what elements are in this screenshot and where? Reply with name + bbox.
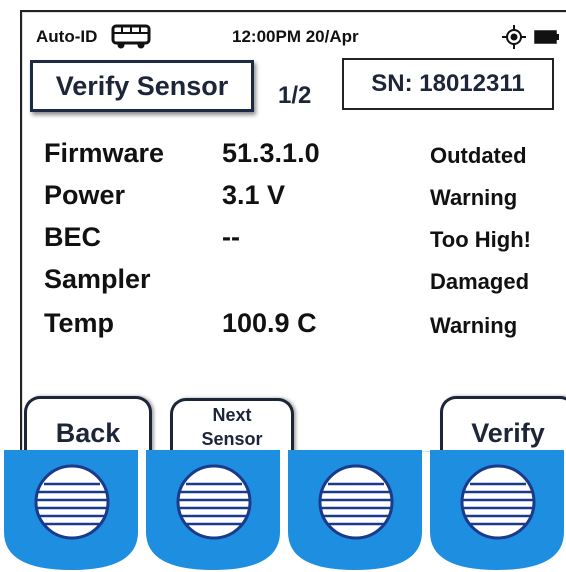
reading-value: 51.3.1.0 (222, 138, 320, 168)
hardware-button-4[interactable] (428, 450, 566, 572)
reading-label: Firmware (44, 138, 165, 168)
reading-status: Too High! (430, 227, 531, 252)
reading-row-power: Power 3.1 V Warning (22, 180, 566, 220)
device-screen: Auto-ID 12:00PM 20/Apr Verify Sensor 1/2… (20, 10, 566, 452)
status-bar: Auto-ID 12:00PM 20/Apr (22, 12, 566, 62)
page-indicator: 1/2 (278, 82, 312, 109)
reading-status: Damaged (430, 269, 530, 294)
app-name: Auto-ID (36, 27, 98, 46)
reading-value: 100.9 C (222, 308, 317, 338)
reading-row-sampler: Sampler Damaged (22, 264, 566, 304)
next-sensor-line1: Next (212, 405, 252, 425)
reading-value: -- (222, 222, 240, 252)
clock: 12:00PM 20/Apr (232, 27, 359, 46)
reading-row-bec: BEC -- Too High! (22, 222, 566, 262)
hardware-button-2[interactable] (144, 450, 282, 572)
page-title: Verify Sensor (30, 60, 254, 112)
bus-icon (111, 24, 151, 49)
reading-status: Outdated (430, 143, 527, 168)
reading-label: Sampler (44, 264, 151, 294)
reading-status: Warning (430, 185, 518, 210)
hardware-button-row (0, 450, 566, 572)
serial-number-box: SN: 18012311 (342, 58, 554, 110)
battery-icon (534, 30, 559, 44)
reading-label: Temp (44, 308, 115, 338)
next-sensor-line2: Sensor (201, 429, 263, 449)
next-sensor-softkey[interactable]: Next Sensor (170, 398, 294, 452)
hardware-button-1[interactable] (2, 450, 140, 572)
reading-value: 3.1 V (222, 180, 286, 210)
back-softkey[interactable]: Back (24, 396, 152, 452)
verify-softkey[interactable]: Verify (440, 396, 566, 452)
reading-row-firmware: Firmware 51.3.1.0 Outdated (22, 138, 566, 178)
gps-locate-icon (502, 25, 526, 49)
reading-label: Power (44, 180, 126, 210)
reading-row-temp: Temp 100.9 C Warning (22, 308, 566, 348)
hardware-button-3[interactable] (286, 450, 424, 572)
reading-status: Warning (430, 313, 518, 338)
reading-label: BEC (44, 222, 102, 252)
